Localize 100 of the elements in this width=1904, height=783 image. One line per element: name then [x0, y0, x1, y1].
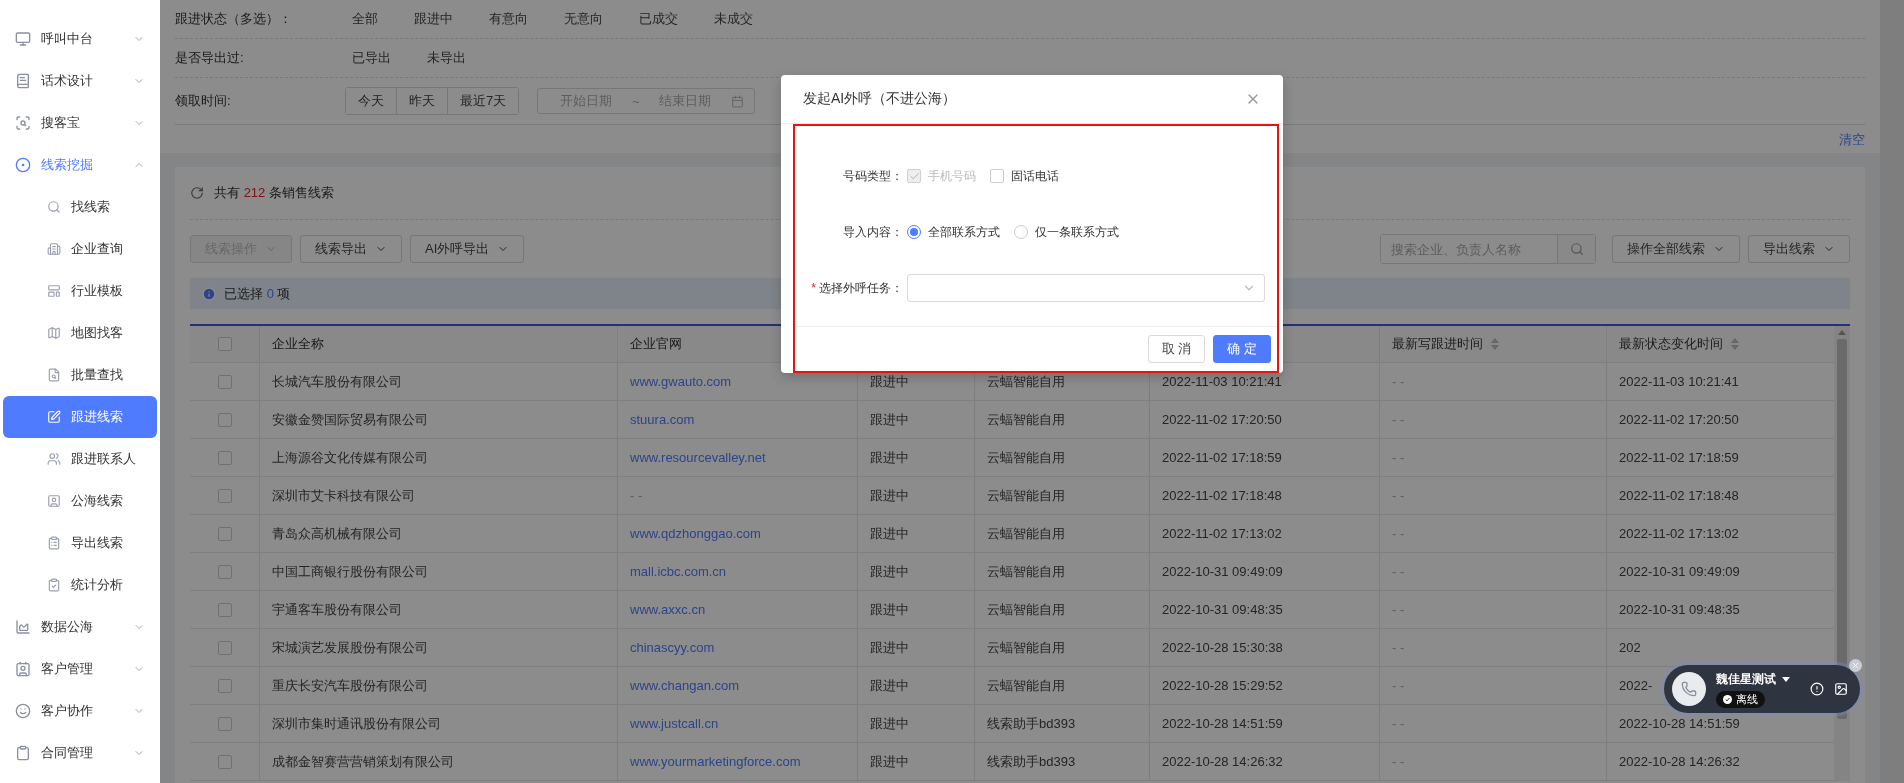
website-link[interactable]: www.gwauto.com — [630, 374, 732, 389]
search-icon — [47, 200, 61, 214]
sidebar-item[interactable]: 数据公海 — [3, 606, 157, 648]
sidebar-item[interactable]: 合同管理 — [3, 732, 157, 774]
filter-option[interactable]: 有意向 — [489, 10, 528, 28]
row-checkbox[interactable] — [217, 374, 232, 389]
sidebar-subitem[interactable]: 行业模板 — [3, 270, 157, 312]
table-cell: 中国工商银行股份有限公司 — [272, 562, 428, 581]
sidebar-item[interactable]: 线索挖掘 — [3, 144, 157, 186]
agent-name[interactable]: 魏佳星测试 — [1716, 670, 1800, 688]
sidebar-subitem[interactable]: 找线索 — [3, 186, 157, 228]
sort-icon[interactable] — [1491, 338, 1499, 350]
sidebar-subitem[interactable]: 企业查询 — [3, 228, 157, 270]
clear-link[interactable]: 清空 — [1839, 131, 1865, 149]
dropdown-button[interactable]: 线索导出 — [300, 235, 402, 263]
confirm-button[interactable]: 确 定 — [1213, 335, 1271, 363]
table-cell: 2022-10-28 15:30:38 — [1162, 640, 1283, 655]
sidebar-subitem[interactable]: 统计分析 — [3, 564, 157, 606]
row-checkbox[interactable] — [217, 488, 232, 503]
filter-option[interactable]: 跟进中 — [414, 10, 453, 28]
table-cell: 2022-10-28 14:51:59 — [1162, 716, 1283, 731]
row-checkbox[interactable] — [217, 526, 232, 541]
radio-option[interactable]: 仅一条联系方式 — [1014, 223, 1119, 241]
table-cell: 2022-10-28 15:29:52 — [1162, 678, 1283, 693]
scroll-up-arrow-icon[interactable] — [1838, 330, 1846, 335]
row-checkbox[interactable] — [217, 564, 232, 579]
calendar-icon — [731, 94, 745, 108]
search-button[interactable] — [1557, 235, 1595, 263]
table-cell: 线索助手bd393 — [987, 714, 1076, 733]
website-link[interactable]: www.axxc.cn — [630, 602, 706, 617]
checkbox-option[interactable]: 固话电话 — [990, 167, 1059, 185]
filter-option[interactable]: 全部 — [352, 10, 378, 28]
row-checkbox[interactable] — [217, 640, 232, 655]
radio-option[interactable]: 全部联系方式 — [907, 223, 1000, 241]
refresh-icon[interactable] — [190, 186, 204, 200]
row-checkbox[interactable] — [217, 450, 232, 465]
sidebar-subitem[interactable]: 跟进联系人 — [3, 438, 157, 480]
dropdown-button[interactable]: AI外呼导出 — [410, 235, 525, 263]
table-cell: - - — [1392, 374, 1405, 389]
field-label: 号码类型： — [842, 167, 904, 185]
table-cell: 2022-11-02 17:18:48 — [1162, 488, 1282, 503]
quick-date-button[interactable]: 最近7天 — [447, 88, 519, 114]
filter-label: 领取时间: — [175, 92, 232, 110]
row-checkbox[interactable] — [217, 754, 232, 769]
check-icon — [908, 170, 920, 182]
table-cell: 2022-11-02 17:13:02 — [1162, 526, 1282, 541]
sidebar-item[interactable]: 呼叫中台 — [3, 18, 157, 60]
sidebar-subitem[interactable]: 导出线索 — [3, 522, 157, 564]
cancel-button[interactable]: 取 消 — [1147, 335, 1206, 363]
sidebar-item[interactable]: 客户管理 — [3, 648, 157, 690]
user-card-icon — [47, 494, 61, 508]
table-cell: 跟进中 — [870, 600, 909, 619]
filter-option[interactable]: 已导出 — [352, 49, 391, 67]
website-link[interactable]: stuura.com — [630, 412, 695, 427]
window-icon[interactable] — [1834, 682, 1848, 696]
users-icon — [47, 452, 61, 466]
selection-count-text: 已选择 0 项 — [224, 284, 291, 303]
sidebar-item[interactable]: 客户协作 — [3, 690, 157, 732]
filter-option[interactable]: 已成交 — [639, 10, 678, 28]
monitor-icon — [15, 31, 31, 47]
row-checkbox[interactable] — [217, 678, 232, 693]
row-checkbox[interactable] — [217, 716, 232, 731]
filter-option[interactable]: 未导出 — [427, 49, 466, 67]
field-label: 导入内容： — [842, 223, 904, 241]
contact-card-icon — [15, 661, 31, 677]
row-checkbox[interactable] — [217, 602, 232, 617]
website-link[interactable]: mall.icbc.com.cn — [630, 564, 727, 579]
sidebar-subitem[interactable]: 公海线索 — [3, 480, 157, 522]
table-cell: 2022-11-02 17:20:50 — [1162, 412, 1282, 427]
sidebar-subitem[interactable]: 批量查找 — [3, 354, 157, 396]
website-link[interactable]: www.yourmarketingforce.com — [630, 754, 801, 769]
table-cell: 2022-10-31 09:48:35 — [1162, 602, 1283, 617]
filter-option[interactable]: 无意向 — [564, 10, 603, 28]
select-all-checkbox[interactable] — [217, 337, 232, 351]
sidebar-item[interactable]: 搜客宝 — [3, 102, 157, 144]
table-cell: 跟进中 — [870, 486, 909, 505]
template-icon — [47, 284, 61, 298]
row-checkbox[interactable] — [217, 412, 232, 427]
table-cell: 深圳市艾卡科技有限公司 — [272, 486, 415, 505]
phone-icon[interactable] — [1672, 672, 1706, 706]
table-cell: 2022-11-02 17:18:48 — [1619, 488, 1739, 503]
sidebar-item[interactable]: 话术设计 — [3, 60, 157, 102]
filter-option[interactable]: 未成交 — [714, 10, 753, 28]
table-cell: 线索助手bd393 — [987, 752, 1076, 771]
sidebar-subitem[interactable]: 地图找客 — [3, 312, 157, 354]
dropdown-button[interactable]: 操作全部线索 — [1612, 235, 1740, 263]
header-cell: 最新写跟进时间 — [1380, 326, 1607, 362]
website-link[interactable]: www.qdzhonggao.com — [630, 526, 761, 541]
sort-icon[interactable] — [1731, 338, 1739, 350]
table-cell: - - — [1392, 678, 1405, 693]
website-link[interactable]: www.justcall.cn — [630, 716, 719, 731]
dropdown-button[interactable]: 导出线索 — [1748, 235, 1850, 263]
header-cell: 最新状态变化时间 — [1607, 326, 1816, 362]
website-link[interactable]: www.changan.com — [630, 678, 740, 693]
info-icon[interactable] — [1810, 682, 1824, 696]
task-select[interactable] — [907, 274, 1265, 302]
website-link[interactable]: www.resourcevalley.net — [630, 450, 766, 465]
sidebar-subitem[interactable]: 跟进线索 — [3, 396, 157, 438]
website-link[interactable]: chinascyy.com — [630, 640, 715, 655]
table-scrollbar[interactable] — [1834, 326, 1850, 781]
